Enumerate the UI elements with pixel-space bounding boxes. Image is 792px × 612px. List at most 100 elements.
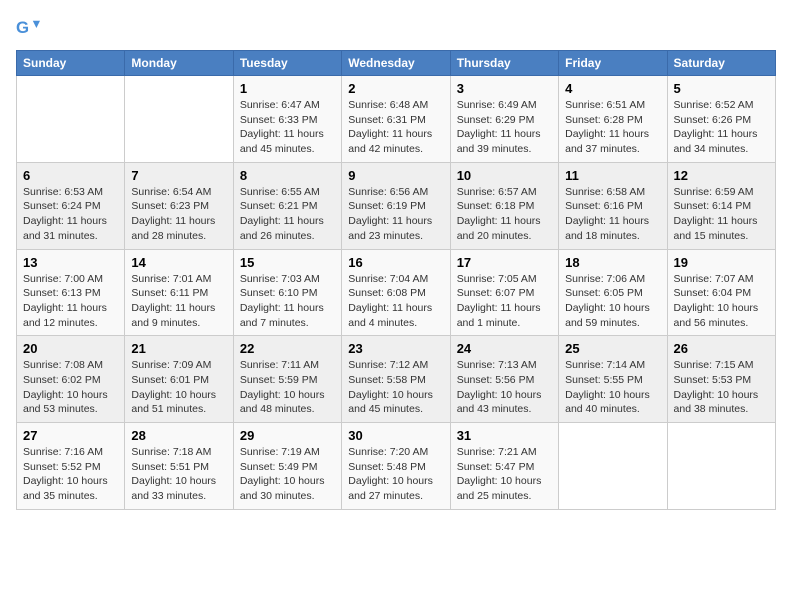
day-info: Sunrise: 7:07 AMSunset: 6:04 PMDaylight:…: [674, 272, 769, 331]
calendar-cell: 27 Sunrise: 7:16 AMSunset: 5:52 PMDayligh…: [17, 423, 125, 510]
day-info: Sunrise: 7:13 AMSunset: 5:56 PMDaylight:…: [457, 358, 552, 417]
calendar-week-5: 27 Sunrise: 7:16 AMSunset: 5:52 PMDayligh…: [17, 423, 776, 510]
day-info: Sunrise: 6:55 AMSunset: 6:21 PMDaylight:…: [240, 185, 335, 244]
logo: G: [16, 16, 44, 40]
day-info: Sunrise: 7:19 AMSunset: 5:49 PMDaylight:…: [240, 445, 335, 504]
calendar-cell: 17Sunrise: 7:05 AMSunset: 6:07 PMDayligh…: [450, 249, 558, 336]
day-info: Sunrise: 6:47 AMSunset: 6:33 PMDaylight:…: [240, 98, 335, 157]
day-number: 5: [674, 81, 769, 96]
day-number: 1: [240, 81, 335, 96]
calendar-cell: 19 Sunrise: 7:07 AMSunset: 6:04 PMDayligh…: [667, 249, 775, 336]
day-number: 11: [565, 168, 660, 183]
day-number: 15: [240, 255, 335, 270]
day-info: Sunrise: 7:14 AMSunset: 5:55 PMDaylight:…: [565, 358, 660, 417]
day-number: 13: [23, 255, 118, 270]
day-info: Sunrise: 7:00 AMSunset: 6:13 PMDaylight:…: [23, 272, 118, 331]
calendar-cell: 30 Sunrise: 7:20 AMSunset: 5:48 PMDayligh…: [342, 423, 450, 510]
day-number: 20: [23, 341, 118, 356]
calendar-cell: 2Sunrise: 6:48 AMSunset: 6:31 PMDaylight…: [342, 76, 450, 163]
weekday-header-sunday: Sunday: [17, 51, 125, 76]
day-info: Sunrise: 7:16 AMSunset: 5:52 PMDaylight:…: [23, 445, 118, 504]
calendar-cell: [559, 423, 667, 510]
calendar-cell: 23Sunrise: 7:12 AMSunset: 5:58 PMDayligh…: [342, 336, 450, 423]
svg-text:G: G: [16, 18, 29, 37]
day-number: 24: [457, 341, 552, 356]
calendar-cell: 18 Sunrise: 7:06 AMSunset: 6:05 PMDayligh…: [559, 249, 667, 336]
day-number: 3: [457, 81, 552, 96]
day-info: Sunrise: 6:53 AMSunset: 6:24 PMDaylight:…: [23, 185, 118, 244]
day-info: Sunrise: 6:57 AMSunset: 6:18 PMDaylight:…: [457, 185, 552, 244]
day-info: Sunrise: 7:03 AMSunset: 6:10 PMDaylight:…: [240, 272, 335, 331]
weekday-header-thursday: Thursday: [450, 51, 558, 76]
calendar-cell: 22 Sunrise: 7:11 AMSunset: 5:59 PMDayligh…: [233, 336, 341, 423]
weekday-header-tuesday: Tuesday: [233, 51, 341, 76]
calendar-cell: 16 Sunrise: 7:04 AMSunset: 6:08 PMDayligh…: [342, 249, 450, 336]
calendar-week-1: 1 Sunrise: 6:47 AMSunset: 6:33 PMDaylight…: [17, 76, 776, 163]
day-number: 30: [348, 428, 443, 443]
calendar-cell: 11 Sunrise: 6:58 AMSunset: 6:16 PMDayligh…: [559, 162, 667, 249]
day-info: Sunrise: 6:52 AMSunset: 6:26 PMDaylight:…: [674, 98, 769, 157]
calendar-cell: [17, 76, 125, 163]
day-number: 31: [457, 428, 552, 443]
day-info: Sunrise: 6:59 AMSunset: 6:14 PMDaylight:…: [674, 185, 769, 244]
day-number: 16: [348, 255, 443, 270]
weekday-header-monday: Monday: [125, 51, 233, 76]
day-number: 2: [348, 81, 443, 96]
day-info: Sunrise: 6:49 AMSunset: 6:29 PMDaylight:…: [457, 98, 552, 157]
weekday-header-friday: Friday: [559, 51, 667, 76]
day-info: Sunrise: 7:04 AMSunset: 6:08 PMDaylight:…: [348, 272, 443, 331]
calendar-cell: 1 Sunrise: 6:47 AMSunset: 6:33 PMDaylight…: [233, 76, 341, 163]
day-info: Sunrise: 6:54 AMSunset: 6:23 PMDaylight:…: [131, 185, 226, 244]
page-header: G: [16, 16, 776, 40]
weekday-header-saturday: Saturday: [667, 51, 775, 76]
day-number: 6: [23, 168, 118, 183]
calendar-cell: 8Sunrise: 6:55 AMSunset: 6:21 PMDaylight…: [233, 162, 341, 249]
calendar-cell: 7Sunrise: 6:54 AMSunset: 6:23 PMDaylight…: [125, 162, 233, 249]
day-info: Sunrise: 7:05 AMSunset: 6:07 PMDaylight:…: [457, 272, 552, 331]
day-number: 12: [674, 168, 769, 183]
calendar-body: 1 Sunrise: 6:47 AMSunset: 6:33 PMDaylight…: [17, 76, 776, 510]
calendar-cell: 25Sunrise: 7:14 AMSunset: 5:55 PMDayligh…: [559, 336, 667, 423]
day-number: 26: [674, 341, 769, 356]
day-info: Sunrise: 7:20 AMSunset: 5:48 PMDaylight:…: [348, 445, 443, 504]
day-info: Sunrise: 7:01 AMSunset: 6:11 PMDaylight:…: [131, 272, 226, 331]
calendar-cell: 10 Sunrise: 6:57 AMSunset: 6:18 PMDayligh…: [450, 162, 558, 249]
day-number: 19: [674, 255, 769, 270]
day-info: Sunrise: 7:11 AMSunset: 5:59 PMDaylight:…: [240, 358, 335, 417]
day-info: Sunrise: 7:21 AMSunset: 5:47 PMDaylight:…: [457, 445, 552, 504]
calendar-cell: 13 Sunrise: 7:00 AMSunset: 6:13 PMDayligh…: [17, 249, 125, 336]
day-number: 22: [240, 341, 335, 356]
day-number: 28: [131, 428, 226, 443]
calendar-week-3: 13 Sunrise: 7:00 AMSunset: 6:13 PMDayligh…: [17, 249, 776, 336]
day-info: Sunrise: 7:09 AMSunset: 6:01 PMDaylight:…: [131, 358, 226, 417]
calendar-week-4: 20Sunrise: 7:08 AMSunset: 6:02 PMDayligh…: [17, 336, 776, 423]
calendar-cell: 9Sunrise: 6:56 AMSunset: 6:19 PMDaylight…: [342, 162, 450, 249]
calendar-cell: 26 Sunrise: 7:15 AMSunset: 5:53 PMDayligh…: [667, 336, 775, 423]
day-number: 14: [131, 255, 226, 270]
day-number: 21: [131, 341, 226, 356]
calendar-cell: [125, 76, 233, 163]
day-info: Sunrise: 7:06 AMSunset: 6:05 PMDaylight:…: [565, 272, 660, 331]
day-info: Sunrise: 6:51 AMSunset: 6:28 PMDaylight:…: [565, 98, 660, 157]
day-number: 18: [565, 255, 660, 270]
calendar-cell: [667, 423, 775, 510]
day-number: 27: [23, 428, 118, 443]
weekday-header-wednesday: Wednesday: [342, 51, 450, 76]
logo-icon: G: [16, 16, 40, 40]
day-number: 4: [565, 81, 660, 96]
day-number: 10: [457, 168, 552, 183]
calendar-cell: 14 Sunrise: 7:01 AMSunset: 6:11 PMDayligh…: [125, 249, 233, 336]
calendar-cell: 20Sunrise: 7:08 AMSunset: 6:02 PMDayligh…: [17, 336, 125, 423]
calendar-cell: 5 Sunrise: 6:52 AMSunset: 6:26 PMDaylight…: [667, 76, 775, 163]
calendar-cell: 6 Sunrise: 6:53 AMSunset: 6:24 PMDaylight…: [17, 162, 125, 249]
day-info: Sunrise: 7:15 AMSunset: 5:53 PMDaylight:…: [674, 358, 769, 417]
day-info: Sunrise: 6:56 AMSunset: 6:19 PMDaylight:…: [348, 185, 443, 244]
calendar-week-2: 6 Sunrise: 6:53 AMSunset: 6:24 PMDaylight…: [17, 162, 776, 249]
calendar-cell: 21 Sunrise: 7:09 AMSunset: 6:01 PMDayligh…: [125, 336, 233, 423]
day-info: Sunrise: 6:58 AMSunset: 6:16 PMDaylight:…: [565, 185, 660, 244]
calendar-cell: 31 Sunrise: 7:21 AMSunset: 5:47 PMDayligh…: [450, 423, 558, 510]
calendar-table: SundayMondayTuesdayWednesdayThursdayFrid…: [16, 50, 776, 510]
day-info: Sunrise: 7:12 AMSunset: 5:58 PMDaylight:…: [348, 358, 443, 417]
calendar-header: SundayMondayTuesdayWednesdayThursdayFrid…: [17, 51, 776, 76]
calendar-cell: 12 Sunrise: 6:59 AMSunset: 6:14 PMDayligh…: [667, 162, 775, 249]
